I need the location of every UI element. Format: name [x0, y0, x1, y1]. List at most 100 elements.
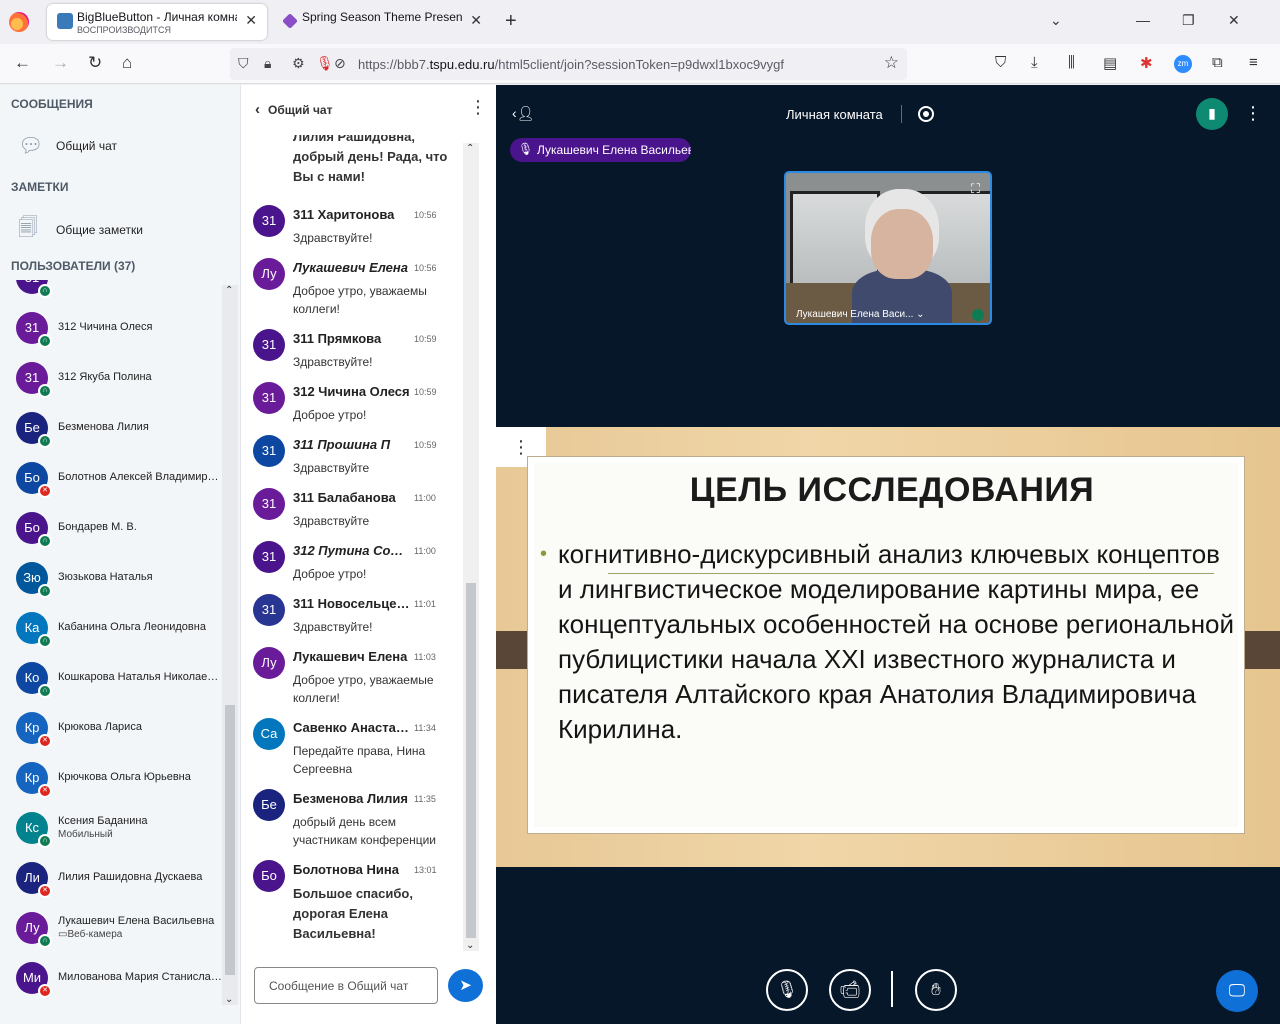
url-bar[interactable]: ⛉ 🔒︎ ⚙ 🎙︎ ⊘ https://bbb7.tspu.edu.ru/htm… — [230, 48, 907, 80]
forward-icon[interactable]: → — [52, 53, 69, 73]
avatar: 31 — [253, 435, 285, 467]
user-list-item[interactable]: Бе ∩ Безменова Лилия — [16, 412, 226, 452]
user-list-scrollbar[interactable]: ⌃ ⌄ — [222, 285, 238, 1005]
chat-message-input[interactable]: Сообщение в Общий чат — [254, 967, 438, 1004]
headset-icon: ∩ — [38, 934, 52, 948]
microphone-icon[interactable]: 🎙︎ — [316, 55, 334, 72]
chat-options-icon[interactable]: ⋮ — [469, 97, 487, 118]
message-text: Большое спасибо, дорогая Елена Васильевн… — [293, 886, 413, 941]
message-sender: 312 Чичина Олеся — [293, 384, 410, 399]
bullet-icon: • — [540, 543, 548, 565]
avatar: 31 — [253, 382, 285, 414]
pocket-icon[interactable]: ⛉ — [995, 54, 1006, 71]
tab-presentation[interactable]: Spring Season Theme Presentati ✕ — [272, 4, 492, 40]
user-list-item[interactable]: 31∩312 Малозёмова Анастасия — [16, 280, 226, 302]
bookmark-star-icon[interactable]: ☆ — [884, 53, 899, 73]
presentation-toggle-button[interactable]: 🖵︎ — [1216, 970, 1258, 1012]
chat-bubbles-icon: 💬︎ — [18, 135, 44, 157]
message-time: 10:59 — [414, 387, 437, 397]
message-sender: 311 Прямкова — [293, 331, 382, 346]
user-list-item[interactable]: Кр ✕ Крюкова Лариса — [16, 712, 226, 752]
firefox-logo-icon[interactable] — [9, 12, 29, 32]
zoom-extension-icon[interactable]: zm — [1174, 55, 1192, 73]
talking-indicator[interactable]: 🎙︎ Лукашевич Елена Васильевна — [510, 138, 691, 162]
scroll-thumb[interactable] — [225, 705, 235, 975]
mute-microphone-button[interactable]: 🎙︎ — [766, 969, 808, 1011]
toggle-userlist-icon[interactable]: ‹👤︎ — [512, 105, 534, 122]
user-list-item[interactable]: Ка ∩ Кабанина Ольга Леонидовна — [16, 612, 226, 652]
extensions-icon[interactable]: ⧉ — [1212, 54, 1223, 71]
user-list-item[interactable]: Бо ∩ Бондарев М. В. — [16, 512, 226, 552]
autoplay-blocked-icon[interactable]: ⊘ — [334, 55, 346, 72]
close-window-icon[interactable]: ✕ — [1228, 12, 1240, 29]
permissions-icon[interactable]: ⚙ — [292, 55, 305, 72]
message-sender: Лукашевич Елена — [293, 260, 408, 275]
user-list-item[interactable]: Ли ✕ Лилия Рашидовна Дускаева — [16, 862, 226, 902]
headset-icon: ∩ — [38, 584, 52, 598]
message-text: Доброе утро! — [293, 567, 367, 581]
message-sender: Лукашевич Елена — [293, 649, 408, 664]
new-tab-button[interactable]: + — [505, 10, 517, 33]
slide-title: ЦЕЛЬ ИССЛЕДОВАНИЯ — [689, 471, 1095, 509]
record-icon[interactable] — [918, 106, 934, 122]
options-menu-icon[interactable]: ⋮ — [1244, 103, 1262, 124]
lock-icon[interactable]: 🔒︎ — [264, 55, 271, 72]
user-name: Крюкова Лариса — [58, 721, 142, 733]
avatar: 31 — [253, 205, 285, 237]
message-time: 13:01 — [414, 865, 437, 875]
fullscreen-icon[interactable]: ⛶ — [971, 181, 980, 197]
navigation-bar: ← → ↻ ⌂ ⛉ 🔒︎ ⚙ 🎙︎ ⊘ https://bbb7.tspu.ed… — [0, 44, 1280, 84]
mic-muted-icon: ✕ — [38, 734, 52, 748]
shared-notes-item[interactable]: 🗐︎ Общие заметки — [18, 213, 143, 247]
close-tab-icon[interactable]: ✕ — [470, 12, 482, 29]
room-title: Личная комната — [786, 107, 883, 122]
video-mic-icon — [972, 309, 984, 321]
scroll-thumb[interactable] — [466, 583, 476, 938]
divider — [901, 105, 902, 123]
user-list-item[interactable]: Кс ∩ Ксения Баданина Мобильный — [16, 812, 226, 852]
minimize-icon[interactable]: — — [1136, 12, 1150, 28]
close-tab-icon[interactable]: ✕ — [245, 12, 257, 29]
user-list-item[interactable]: Кр ✕ Крючкова Ольга Юрьевна — [16, 762, 226, 802]
downloads-icon[interactable]: ⤓ — [1031, 54, 1038, 71]
send-message-button[interactable]: ➤ — [448, 969, 483, 1002]
browser-tab-bar: BigBlueButton - Личная комната ВОСПРОИЗВ… — [0, 0, 1280, 44]
headset-icon: ∩ — [38, 684, 52, 698]
list-tabs-icon[interactable]: ⌄ — [1050, 12, 1062, 29]
user-list-item[interactable]: Зю ∩ Зюзькова Наталья — [16, 562, 226, 602]
raise-hand-button[interactable]: ✋︎ — [915, 969, 957, 1011]
public-chat-item[interactable]: 💬︎ Общий чат — [18, 133, 117, 158]
restore-icon[interactable]: ❐ — [1182, 12, 1195, 29]
reader-view-icon[interactable]: ▤ — [1103, 54, 1117, 72]
chat-back-title[interactable]: ‹ Общий чат — [255, 101, 332, 118]
menu-icon[interactable]: ≡ — [1249, 54, 1258, 71]
connection-status-icon[interactable]: ▮ — [1196, 98, 1228, 130]
user-list-item[interactable]: 31 ∩ 312 Чичина Олеся — [16, 312, 226, 352]
user-list-item[interactable]: Ми ✕ Милованова Мария Станиславовна — [16, 962, 226, 1002]
slide-body: • когнитивно-дискурсивный анализ ключевы… — [540, 539, 1235, 744]
webcam-video[interactable]: ⛶ Лукашевич Елена Васи... ⌄ — [784, 171, 992, 325]
mic-muted-icon: ✕ — [38, 884, 52, 898]
user-list-item[interactable]: Ко ∩ Кошкарова Наталья Николаевна — [16, 662, 226, 702]
message-sender: Безменова Лилия — [293, 791, 408, 806]
chat-panel: ‹ Общий чат ⋮ Лилия Рашидовна, добрый ден… — [240, 85, 496, 1024]
home-icon[interactable]: ⌂ — [122, 53, 132, 73]
back-icon[interactable]: ← — [14, 53, 31, 73]
library-icon[interactable]: ⫼ — [1068, 54, 1075, 71]
microphone-muted-icon: 🎙︎ — [776, 980, 798, 999]
message-text: Доброе утро, уважаемые коллеги! — [293, 673, 434, 705]
extension-colorful-icon[interactable]: ✱ — [1140, 54, 1153, 72]
reload-icon[interactable]: ↻ — [88, 53, 102, 73]
user-list-item[interactable]: 31 ∩ 312 Якуба Полина — [16, 362, 226, 402]
message-sender: 311 Харитонова — [293, 207, 395, 222]
chat-scrollbar[interactable]: ⌃ ⌄ — [463, 143, 479, 951]
hand-icon: ✋︎ — [931, 980, 941, 999]
user-list-item[interactable]: Лу ∩ Лукашевич Елена Васильевна ▭Веб-камера — [16, 912, 226, 952]
message-time: 11:01 — [414, 599, 436, 609]
mic-muted-icon: ✕ — [38, 984, 52, 998]
shield-icon[interactable]: ⛉ — [238, 55, 249, 72]
user-list-item[interactable]: Бо ✕ Болотнов Алексей Владимирович — [16, 462, 226, 502]
tab-bigbluebutton[interactable]: BigBlueButton - Личная комната ВОСПРОИЗВ… — [47, 4, 267, 40]
message-text: Доброе утро! — [293, 408, 367, 422]
share-webcam-button[interactable]: 📹︎ — [829, 969, 871, 1011]
